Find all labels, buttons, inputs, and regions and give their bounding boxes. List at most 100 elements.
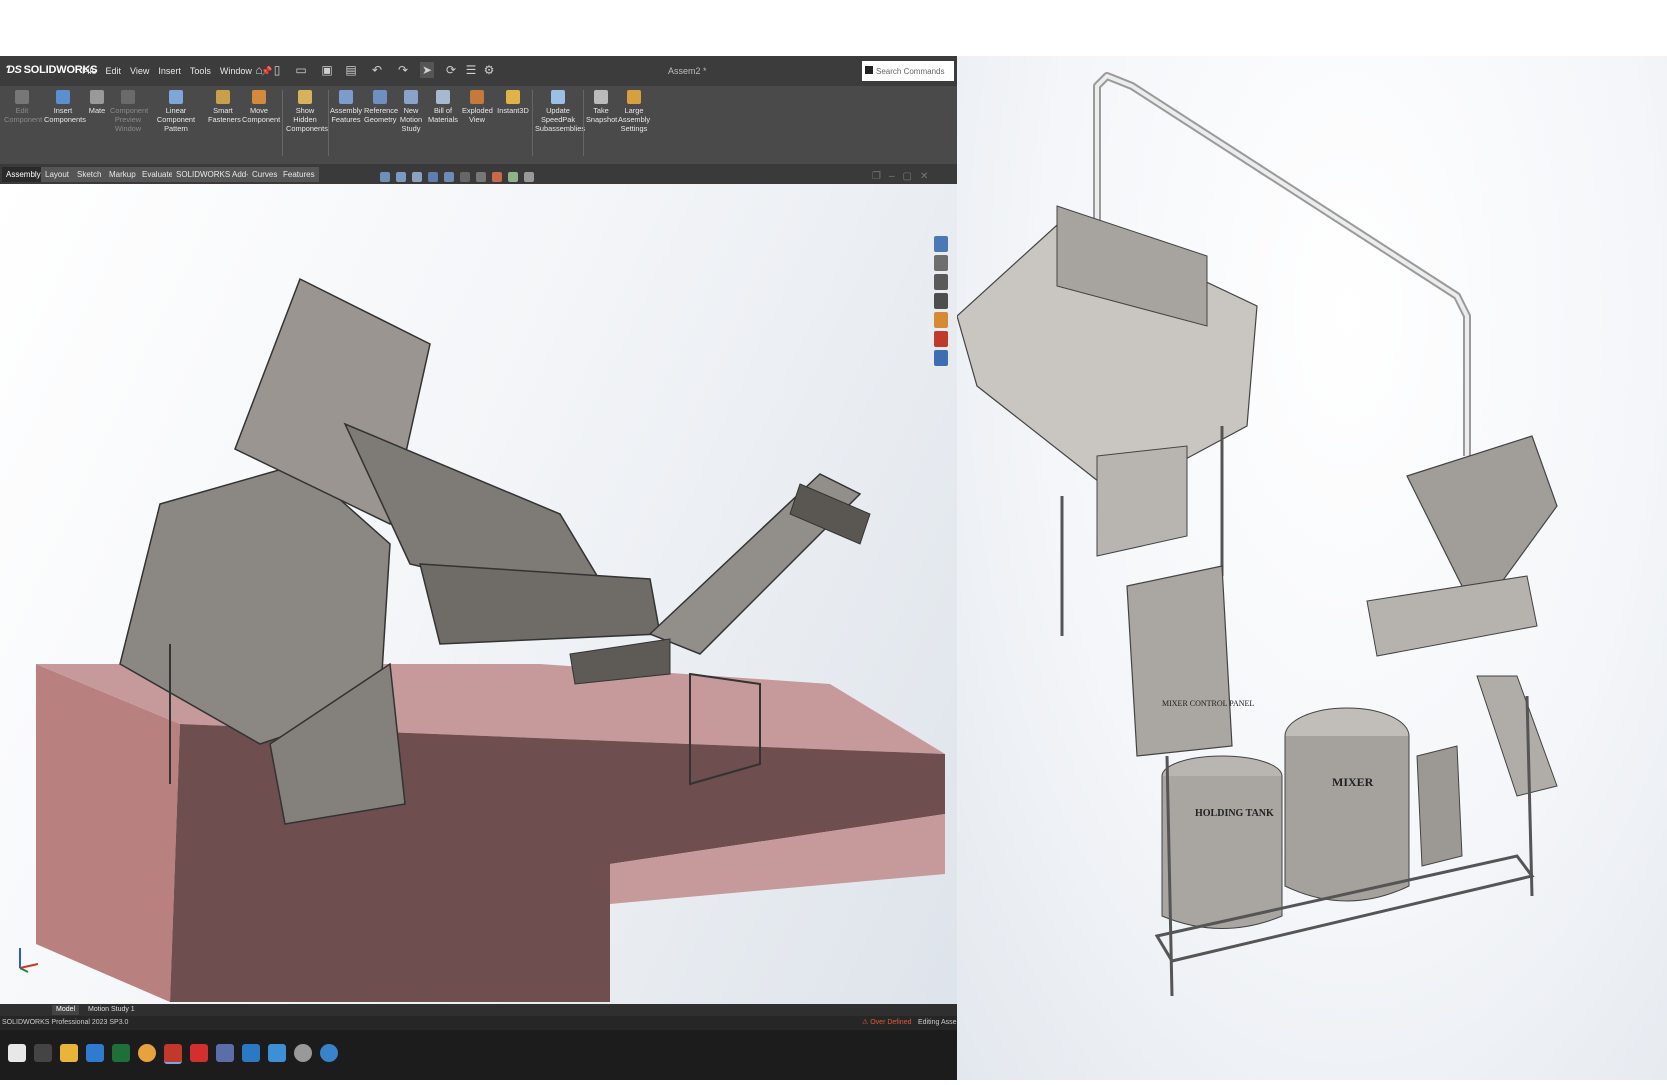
task-view-icon[interactable] bbox=[34, 1044, 52, 1062]
excel-icon[interactable] bbox=[112, 1044, 130, 1062]
menu-tools[interactable]: Tools bbox=[190, 66, 211, 77]
windows-start-icon[interactable] bbox=[8, 1044, 26, 1062]
view-palette-icon[interactable] bbox=[934, 293, 948, 309]
ribbon-separator bbox=[532, 90, 533, 156]
minimize-icon[interactable]: – bbox=[889, 171, 895, 182]
file-explorer-icon[interactable] bbox=[934, 274, 948, 290]
restore-icon[interactable]: ❐ bbox=[872, 171, 881, 182]
smart-fasteners-button[interactable]: Smart Fasteners bbox=[208, 90, 241, 124]
menu-insert[interactable]: Insert bbox=[158, 66, 181, 77]
tab-assembly[interactable]: Assembly bbox=[2, 167, 45, 182]
previous-view-icon[interactable] bbox=[412, 172, 422, 182]
insert-components-button[interactable]: Insert Components bbox=[44, 90, 86, 124]
menu-edit[interactable]: Edit bbox=[106, 66, 122, 77]
new-motion-study-button[interactable]: New Motion Study bbox=[398, 90, 424, 133]
app-icon-1[interactable] bbox=[242, 1044, 260, 1062]
solidworks-resources-icon[interactable] bbox=[934, 236, 948, 252]
apply-scene-icon[interactable] bbox=[508, 172, 518, 182]
undo-icon[interactable]: ↶ bbox=[370, 62, 384, 78]
rebuild-icon[interactable]: ⟳ bbox=[444, 62, 458, 78]
tab-curves[interactable]: Curves bbox=[248, 167, 282, 182]
menu-window[interactable]: Window bbox=[220, 66, 252, 77]
linear-component-pattern-button[interactable]: Linear Component Pattern bbox=[148, 90, 204, 133]
title-bar: ƊS SOLIDWORKS File Edit View Insert Tools… bbox=[0, 56, 957, 86]
tab-markup[interactable]: Markup bbox=[105, 167, 140, 182]
main-trough bbox=[419, 563, 661, 645]
electrical-box bbox=[1096, 445, 1188, 557]
graphics-area[interactable] bbox=[0, 184, 957, 1068]
file-properties-icon[interactable]: ☰ bbox=[464, 62, 478, 78]
new-document-icon[interactable]: ▯ bbox=[270, 62, 284, 78]
design-library-icon[interactable] bbox=[934, 255, 948, 271]
display-style-icon[interactable] bbox=[460, 172, 470, 182]
redo-icon[interactable]: ↷ bbox=[396, 62, 410, 78]
close-icon[interactable]: ✕ bbox=[920, 171, 928, 182]
over-defined-warning[interactable]: ⚠ Over Defined bbox=[862, 1016, 911, 1030]
large-assembly-settings-button[interactable]: Large Assembly Settings bbox=[618, 90, 650, 133]
section-view-icon[interactable] bbox=[428, 172, 438, 182]
view-orientation-icon[interactable] bbox=[444, 172, 454, 182]
file-explorer-taskbar-icon[interactable] bbox=[60, 1044, 78, 1062]
tab-model[interactable]: Model bbox=[52, 1005, 80, 1015]
app-icon-2[interactable] bbox=[268, 1044, 286, 1062]
hide-show-items-icon[interactable] bbox=[476, 172, 486, 182]
speedpak-icon bbox=[551, 90, 565, 104]
tab-layout[interactable]: Layout bbox=[41, 167, 74, 182]
tab-motion-study-1[interactable]: Motion Study 1 bbox=[84, 1005, 139, 1015]
menu-view[interactable]: View bbox=[130, 66, 149, 77]
bill-of-materials-button[interactable]: Bill of Materials bbox=[428, 90, 458, 124]
print-icon[interactable]: ▤ bbox=[344, 62, 358, 78]
edit-component-button[interactable]: Edit Component bbox=[4, 90, 42, 124]
instant3d-icon bbox=[506, 90, 520, 104]
bom-icon bbox=[436, 90, 450, 104]
solidworks-window: ƊS SOLIDWORKS File Edit View Insert Tools… bbox=[0, 56, 957, 1080]
tab-features[interactable]: Features bbox=[279, 167, 319, 182]
component-preview-window-button[interactable]: Component Preview Window bbox=[110, 90, 148, 133]
zoom-to-fit-icon[interactable] bbox=[380, 172, 390, 182]
solidworks-taskbar-icon[interactable] bbox=[164, 1044, 182, 1064]
calculator-icon[interactable] bbox=[216, 1044, 234, 1062]
menu-file[interactable]: File bbox=[82, 66, 97, 77]
smart-fasteners-icon bbox=[216, 90, 230, 104]
options-gear-icon[interactable]: ⚙ bbox=[482, 62, 496, 78]
appearances-icon[interactable] bbox=[934, 312, 948, 328]
update-speedpak-button[interactable]: Update SpeedPak Subassemblies bbox=[535, 90, 585, 133]
take-snapshot-button[interactable]: Take Snapshot bbox=[586, 90, 617, 124]
mixer-body bbox=[1284, 736, 1410, 902]
insert-components-icon bbox=[56, 90, 70, 104]
instant3d-button[interactable]: Instant3D bbox=[496, 90, 530, 115]
reference-geometry-button[interactable]: Reference Geometry bbox=[364, 90, 398, 124]
zoom-area-icon[interactable] bbox=[396, 172, 406, 182]
reference-geometry-icon bbox=[373, 90, 387, 104]
edge-icon[interactable] bbox=[320, 1044, 338, 1062]
outlook-icon[interactable] bbox=[86, 1044, 104, 1062]
exploded-view-button[interactable]: Exploded View bbox=[462, 90, 493, 124]
open-icon[interactable]: ▭ bbox=[294, 62, 308, 78]
custom-properties-icon[interactable] bbox=[934, 331, 948, 347]
search-placeholder: Search Commands bbox=[876, 66, 945, 76]
document-title: Assem2 * bbox=[668, 66, 707, 76]
select-icon[interactable]: ➤ bbox=[420, 62, 434, 78]
acrobat-icon[interactable] bbox=[190, 1044, 208, 1062]
ribbon-separator bbox=[583, 90, 584, 156]
pump-motor bbox=[1476, 675, 1558, 797]
move-component-button[interactable]: Move Component bbox=[242, 90, 280, 124]
large-assembly-icon bbox=[627, 90, 641, 104]
edit-appearance-icon[interactable] bbox=[492, 172, 502, 182]
settings-icon[interactable] bbox=[294, 1044, 312, 1062]
show-hidden-components-button[interactable]: Show Hidden Components bbox=[286, 90, 328, 133]
tab-sketch[interactable]: Sketch bbox=[73, 167, 106, 182]
view-settings-icon[interactable] bbox=[524, 172, 534, 182]
home-icon[interactable]: ⌂ bbox=[252, 62, 266, 78]
forum-icon[interactable] bbox=[934, 350, 948, 366]
view-triad-icon bbox=[19, 948, 39, 973]
camera-icon bbox=[594, 90, 608, 104]
mate-button[interactable]: Mate bbox=[86, 90, 108, 115]
maximize-icon[interactable]: ▢ bbox=[903, 171, 912, 182]
assembly-features-button[interactable]: Assembly Features bbox=[330, 90, 362, 124]
search-input[interactable]: Search Commands bbox=[862, 61, 954, 81]
control-panel-box bbox=[1126, 565, 1233, 757]
chrome-icon[interactable] bbox=[138, 1044, 156, 1062]
move-component-icon bbox=[252, 90, 266, 104]
save-icon[interactable]: ▣ bbox=[320, 62, 334, 78]
